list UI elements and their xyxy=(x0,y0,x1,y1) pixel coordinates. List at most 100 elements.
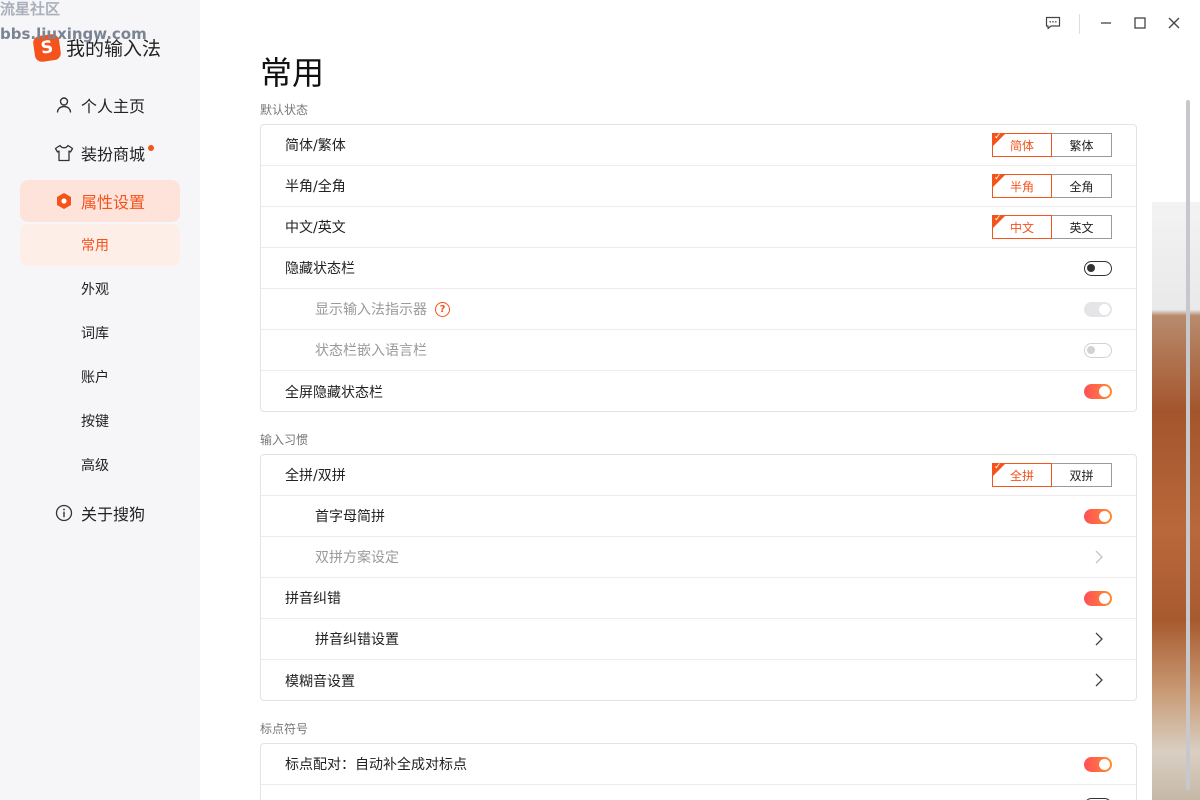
row-half-full: 半角/全角 ✓ 半角 全角 xyxy=(261,166,1136,207)
maximize-icon xyxy=(1133,15,1147,34)
option-label: 全角 xyxy=(1069,179,1094,194)
sub-item-keys[interactable]: 按键 xyxy=(20,400,180,442)
hide-status-toggle[interactable] xyxy=(1084,261,1112,276)
minimize-icon xyxy=(1099,15,1113,34)
fullscreen-hide-toggle[interactable] xyxy=(1084,384,1112,399)
nav-about[interactable]: 关于搜狗 xyxy=(20,492,180,534)
section-label-input-habit: 输入习惯 xyxy=(260,433,309,447)
help-icon[interactable]: ? xyxy=(435,301,450,317)
row-label: 双拼方案设定 xyxy=(315,550,399,566)
maximize-button[interactable] xyxy=(1127,12,1153,36)
nav-settings-label: 属性设置 xyxy=(81,193,146,212)
chevron-right-icon xyxy=(1095,632,1103,646)
checkmark-icon: ✓ xyxy=(994,173,1002,183)
row-next-partial xyxy=(261,785,1136,800)
sub-item-advanced[interactable]: 高级 xyxy=(20,444,180,486)
watermark-line2: bbs.liuxingw.com xyxy=(0,25,147,43)
checkmark-icon: ✓ xyxy=(994,214,1002,224)
nav-store-label: 装扮商城 xyxy=(81,145,146,164)
row-show-indicator: 显示输入法指示器 ? xyxy=(261,289,1136,330)
initials-toggle[interactable] xyxy=(1084,509,1112,524)
desktop-background xyxy=(1152,202,1200,800)
nav-profile[interactable]: 个人主页 xyxy=(20,84,180,126)
simp-trad-segmented: ✓ 简体 繁体 xyxy=(992,132,1112,157)
row-fuzzy[interactable]: 模糊音设置 xyxy=(261,660,1136,701)
row-label: 隐藏状态栏 xyxy=(285,261,355,277)
sub-item-dictionary[interactable]: 词库 xyxy=(20,312,180,354)
row-simp-trad: 简体/繁体 ✓ 简体 繁体 xyxy=(261,125,1136,166)
row-label: 全拼/双拼 xyxy=(285,468,346,484)
row-pinyin-correct: 拼音纠错 xyxy=(261,578,1136,619)
sub-item-appearance[interactable]: 外观 xyxy=(20,268,180,310)
nav-profile-label: 个人主页 xyxy=(81,97,146,116)
option-label: 中文 xyxy=(1009,220,1034,235)
embed-lang-toggle[interactable] xyxy=(1084,343,1112,358)
row-hide-status: 隐藏状态栏 xyxy=(261,248,1136,289)
pinyin-correct-toggle[interactable] xyxy=(1084,591,1112,606)
row-fullscreen-hide: 全屏隐藏状态栏 xyxy=(261,371,1136,412)
watermark: 流星社区 bbs.liuxingw.com xyxy=(0,0,147,44)
option-label: 半角 xyxy=(1009,179,1034,194)
page-title: 常用 xyxy=(260,54,325,92)
full-width-option[interactable]: 全角 xyxy=(1052,174,1112,198)
user-icon xyxy=(54,95,74,115)
scrollbar[interactable] xyxy=(1186,100,1190,790)
settings-hex-icon xyxy=(54,191,74,211)
watermark-line1: 流星社区 xyxy=(0,0,61,18)
row-shuangpin-scheme[interactable]: 双拼方案设定 xyxy=(261,537,1136,578)
row-quanpin: 全拼/双拼 ✓ 全拼 双拼 xyxy=(261,455,1136,496)
option-label: 双拼 xyxy=(1069,468,1094,483)
sub-item-account[interactable]: 账户 xyxy=(20,356,180,398)
minimize-button[interactable] xyxy=(1093,12,1119,36)
row-pinyin-correct-settings[interactable]: 拼音纠错设置 xyxy=(261,619,1136,660)
row-label: 全屏隐藏状态栏 xyxy=(285,384,383,401)
shirt-icon xyxy=(54,143,74,163)
chinese-option[interactable]: ✓ 中文 xyxy=(992,214,1052,239)
simplified-option[interactable]: ✓ 简体 xyxy=(992,132,1052,157)
notification-dot xyxy=(148,145,155,151)
close-icon xyxy=(1167,15,1181,34)
section-label-punctuation: 标点符号 xyxy=(260,722,309,736)
checkmark-icon: ✓ xyxy=(994,132,1002,142)
close-button[interactable] xyxy=(1161,12,1187,36)
row-pairing: 标点配对：自动补全成对标点 xyxy=(261,744,1136,785)
chevron-right-icon xyxy=(1095,550,1103,564)
chevron-right-icon xyxy=(1095,673,1103,687)
quanpin-option[interactable]: ✓ 全拼 xyxy=(992,462,1052,487)
row-label: 简体/繁体 xyxy=(285,138,346,154)
info-icon xyxy=(54,503,74,523)
sidebar: 流星社区 bbs.liuxingw.com S 我的输入法 个人主页 装扮商城 … xyxy=(0,0,200,800)
half-width-option[interactable]: ✓ 半角 xyxy=(992,173,1052,198)
nav-about-label: 关于搜狗 xyxy=(81,505,146,524)
row-label: 拼音纠错设置 xyxy=(315,632,399,648)
row-label: 半角/全角 xyxy=(285,179,346,195)
row-initials: 首字母简拼 xyxy=(261,496,1136,537)
sub-item-general[interactable]: 常用 xyxy=(20,224,180,266)
card-default-state: 简体/繁体 ✓ 简体 繁体 半角/全角 ✓ 半角 全角 中文/英文 ✓ 中文 英文 隐… xyxy=(260,124,1137,412)
row-label: 拼音纠错 xyxy=(285,591,341,607)
row-embed-lang: 状态栏嵌入语言栏 xyxy=(261,330,1136,371)
traditional-option[interactable]: 繁体 xyxy=(1052,133,1112,157)
show-indicator-toggle[interactable] xyxy=(1084,302,1112,317)
half-full-segmented: ✓ 半角 全角 xyxy=(992,173,1112,198)
cn-en-segmented: ✓ 中文 英文 xyxy=(992,214,1112,239)
row-label: 模糊音设置 xyxy=(285,673,355,690)
pinyin-mode-segmented: ✓ 全拼 双拼 xyxy=(992,462,1112,487)
card-punctuation: 标点配对：自动补全成对标点 xyxy=(260,743,1137,800)
option-label: 简体 xyxy=(1009,138,1034,153)
row-label: 状态栏嵌入语言栏 xyxy=(315,343,427,359)
nav-settings[interactable]: 属性设置 xyxy=(20,180,180,222)
row-label: 首字母简拼 xyxy=(315,509,385,525)
option-label: 英文 xyxy=(1069,220,1094,235)
section-label-default-state: 默认状态 xyxy=(260,103,309,117)
nav-store[interactable]: 装扮商城 xyxy=(20,132,180,174)
row-label: 显示输入法指示器 xyxy=(315,302,427,318)
shuangpin-option[interactable]: 双拼 xyxy=(1052,463,1112,487)
row-cn-en: 中文/英文 ✓ 中文 英文 xyxy=(261,207,1136,248)
pairing-toggle[interactable] xyxy=(1084,757,1112,772)
english-option[interactable]: 英文 xyxy=(1052,215,1112,239)
row-label: 标点配对：自动补全成对标点 xyxy=(285,757,467,773)
titlebar-divider xyxy=(1079,14,1080,34)
row-label: 中文/英文 xyxy=(285,220,346,236)
feedback-button[interactable] xyxy=(1040,12,1066,36)
